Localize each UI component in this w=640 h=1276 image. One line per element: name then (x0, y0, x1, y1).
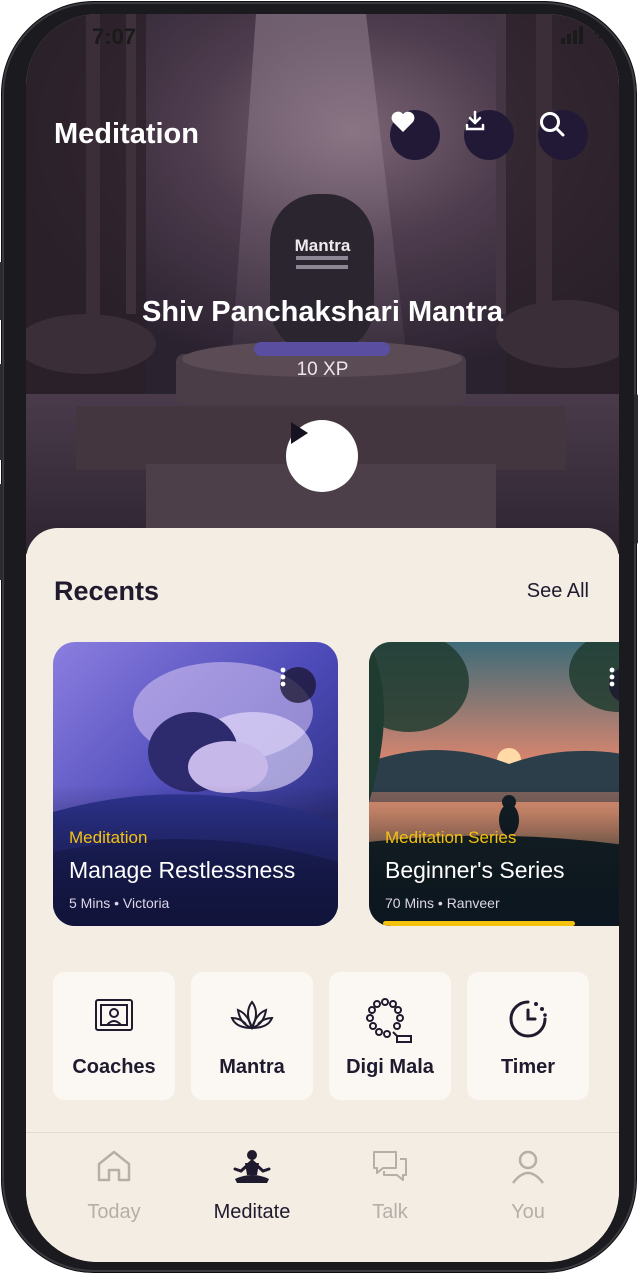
wifi-icon (593, 27, 619, 36)
cellular-signal-icon (561, 38, 565, 44)
profile-icon (512, 1150, 544, 1184)
heart-icon (391, 111, 415, 132)
tab-label: Talk (372, 1201, 408, 1223)
card-category: Meditation Series (385, 828, 517, 847)
chat-icon (373, 1151, 407, 1181)
recents-heading: Recents (54, 576, 160, 606)
page-title: Meditation (54, 118, 199, 150)
lotus-icon (230, 1000, 274, 1031)
meditate-icon (233, 1150, 271, 1183)
bottom-tab-bar: Today Meditate Talk You (26, 1132, 619, 1262)
tool-coaches[interactable]: Coaches (53, 972, 175, 1100)
tool-timer[interactable]: Timer (467, 972, 589, 1100)
tab-label: Meditate (213, 1201, 291, 1223)
tab-talk[interactable]: Talk (316, 1133, 464, 1262)
more-vertical-icon (609, 667, 615, 687)
play-icon (291, 422, 308, 444)
hero-xp: 10 XP (296, 359, 349, 380)
search-button[interactable] (538, 110, 588, 160)
card-title: Manage Restlessness (69, 857, 296, 883)
card-more-button[interactable] (280, 667, 316, 703)
status-time: 7:07 (92, 24, 137, 49)
progress-bar (383, 921, 575, 926)
tab-label: Today (87, 1201, 141, 1223)
tool-digi-mala[interactable]: Digi Mala (329, 972, 451, 1100)
volume-up-button (0, 364, 3, 460)
search-icon (540, 112, 565, 137)
more-vertical-icon (280, 667, 286, 687)
card-meta: 5 Mins • Victoria (69, 895, 170, 911)
phone-frame: 7:07 Meditation Mantra Shiv Panchakshari… (0, 2, 638, 1272)
tool-label: Coaches (72, 1056, 156, 1078)
card-category: Meditation (69, 828, 148, 847)
tab-meditate[interactable]: Meditate (178, 1133, 326, 1262)
tab-you[interactable]: You (454, 1133, 602, 1262)
tool-label: Digi Mala (346, 1056, 434, 1078)
mute-switch (0, 262, 3, 320)
home-icon (97, 1150, 131, 1182)
tab-label: You (511, 1201, 545, 1223)
timer-icon (509, 1000, 547, 1038)
card-meta: 70 Mins • Ranveer (385, 895, 500, 911)
power-button (634, 394, 638, 544)
volume-down-button (0, 484, 3, 580)
favorites-button[interactable] (390, 110, 440, 160)
recent-card-manage-restlessness[interactable]: Meditation Manage Restlessness 5 Mins • … (53, 642, 338, 926)
hero-title: Shiv Panchakshari Mantra (141, 296, 504, 328)
see-all-link[interactable]: See All (527, 580, 589, 603)
coaches-icon (95, 999, 133, 1031)
downloads-button[interactable] (464, 110, 514, 160)
tab-today[interactable]: Today (40, 1133, 188, 1262)
hero-banner: 7:07 Meditation Mantra Shiv Panchakshari… (26, 14, 619, 554)
recent-card-beginners-series[interactable]: Meditation Series Beginner's Series 70 M… (369, 642, 619, 926)
tool-label: Mantra (219, 1056, 285, 1078)
tool-label: Timer (500, 1056, 556, 1078)
screen: 7:07 Meditation Mantra Shiv Panchakshari… (26, 14, 619, 1262)
play-button[interactable] (286, 420, 358, 492)
card-title: Beginner's Series (385, 857, 565, 883)
tool-mantra[interactable]: Mantra (191, 972, 313, 1100)
mala-beads-icon (366, 998, 412, 1043)
hero-tag: Mantra (294, 236, 351, 255)
download-icon (465, 110, 485, 131)
